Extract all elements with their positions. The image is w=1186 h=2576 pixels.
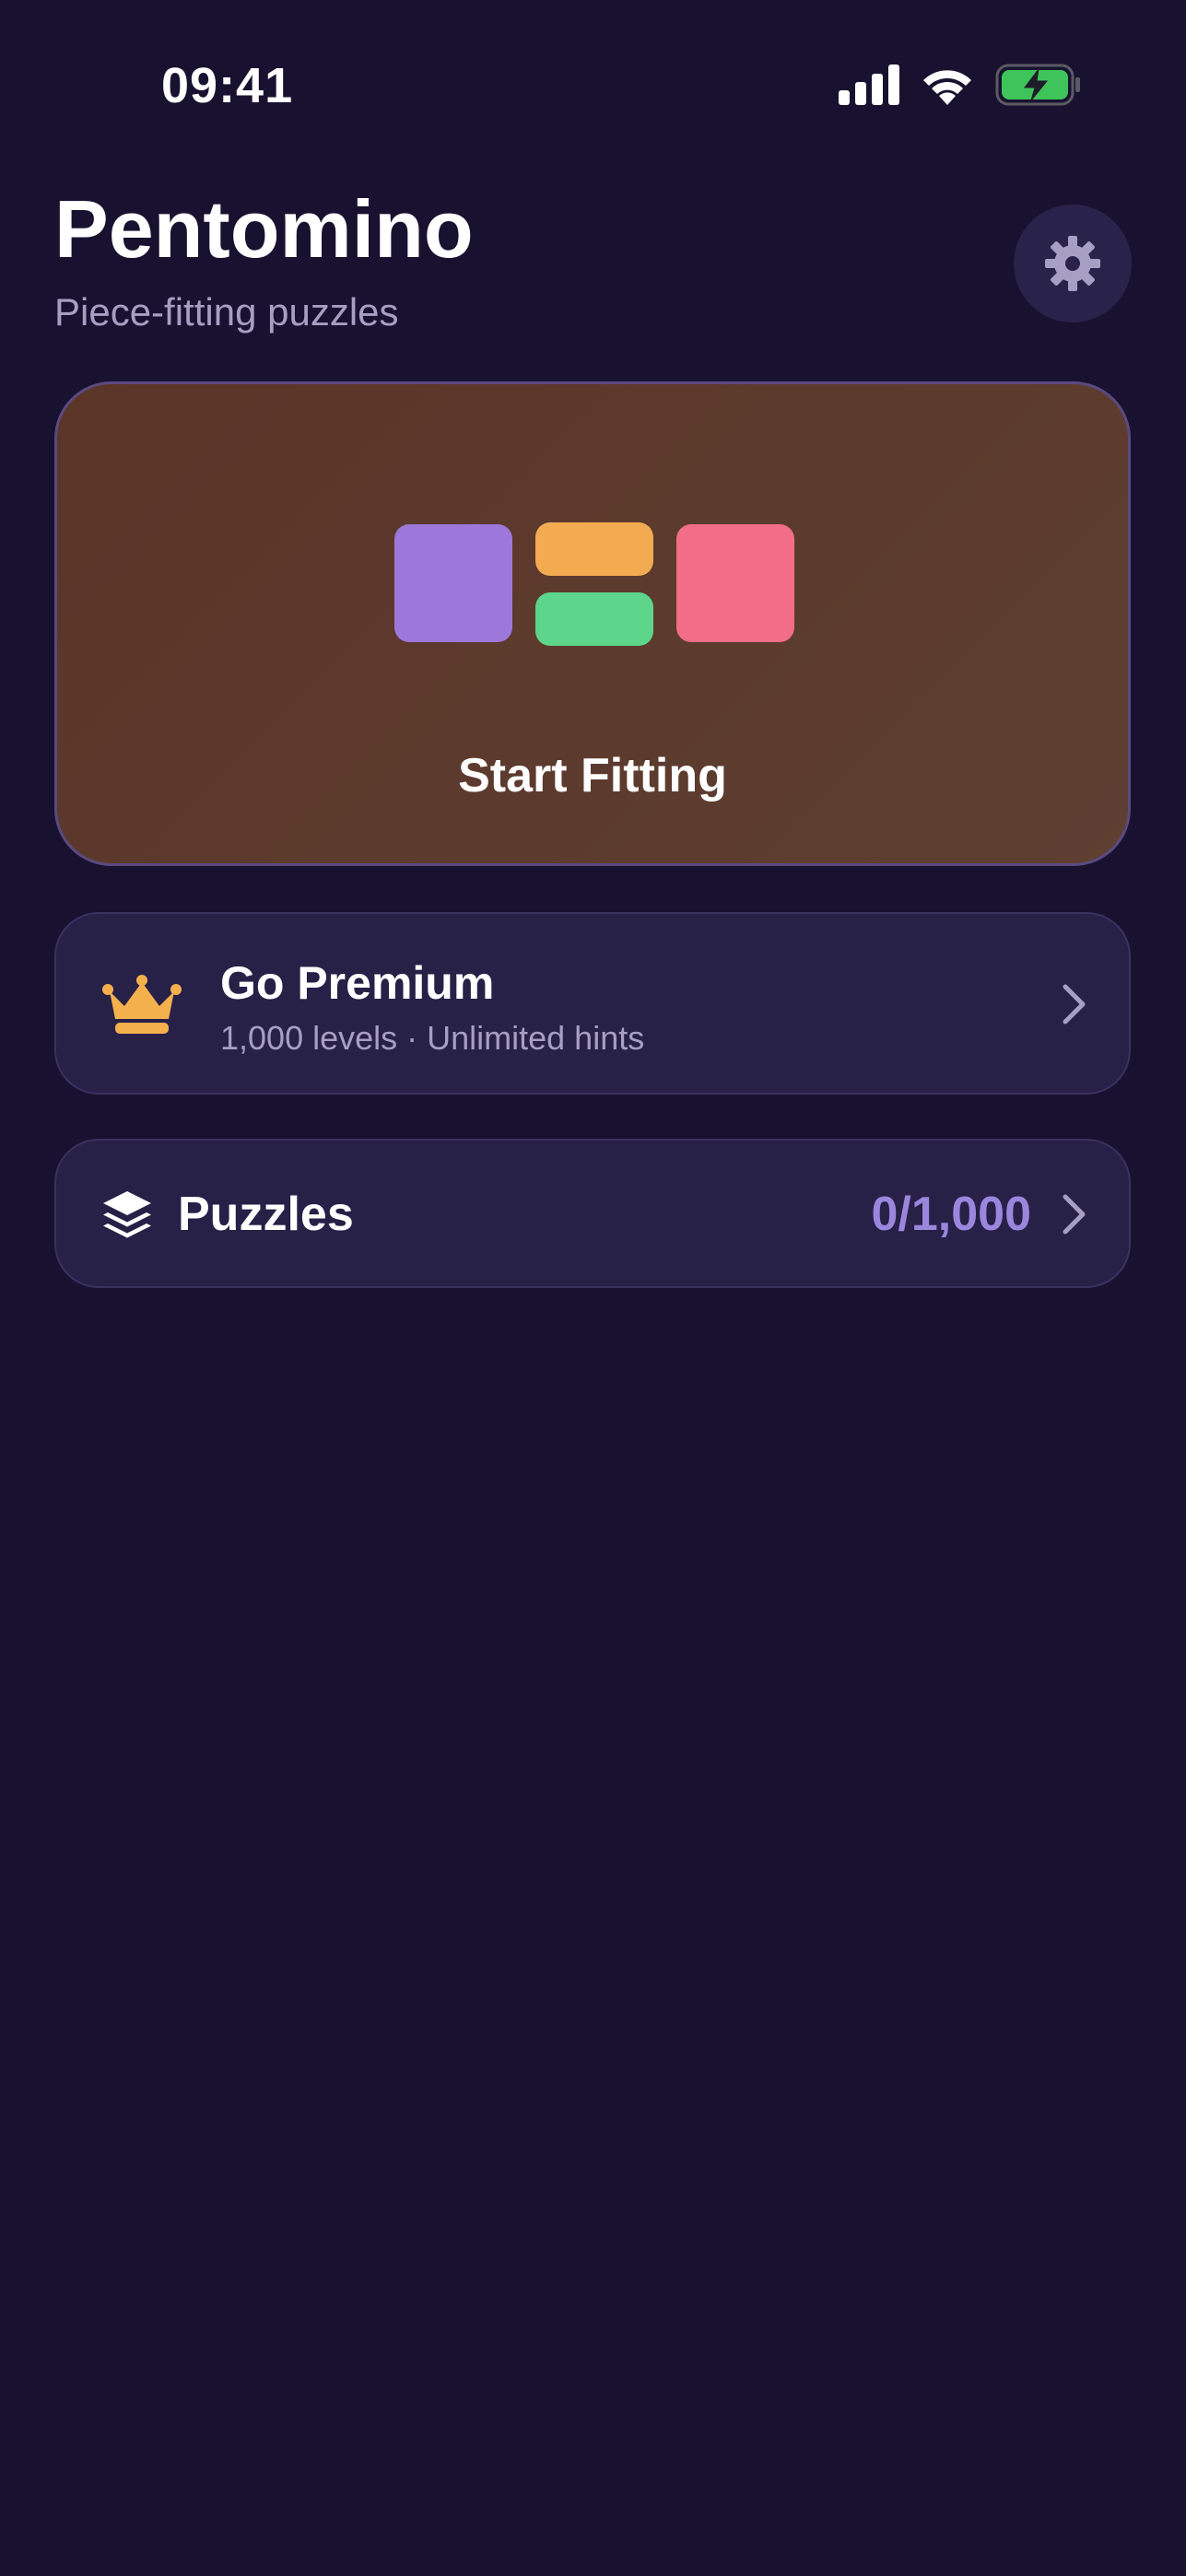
settings-button[interactable]	[1014, 205, 1132, 322]
chevron-right-icon	[1063, 1194, 1086, 1235]
puzzles-button[interactable]: Puzzles 0/1,000	[54, 1139, 1131, 1288]
piece-green	[535, 592, 653, 646]
app-title: Pentomino	[54, 183, 474, 275]
chevron-right-icon	[1063, 984, 1086, 1025]
gear-icon	[1045, 236, 1100, 291]
status-icons	[839, 63, 1082, 107]
layers-icon	[103, 1191, 151, 1238]
go-premium-button[interactable]: Go Premium 1,000 levels · Unlimited hint…	[54, 912, 1131, 1095]
app-subtitle: Piece-fitting puzzles	[54, 290, 399, 334]
wifi-icon	[923, 70, 971, 105]
piece-orange	[535, 522, 653, 576]
start-fitting-card[interactable]: Start Fitting	[54, 381, 1131, 866]
status-bar: 09:41	[0, 0, 1186, 175]
premium-title: Go Premium	[220, 957, 495, 1009]
premium-subtitle: 1,000 levels · Unlimited hints	[220, 1019, 645, 1057]
battery-charging-icon	[995, 64, 1080, 106]
status-time: 09:41	[161, 58, 294, 113]
cellular-signal-icon	[839, 64, 899, 105]
start-fitting-label: Start Fitting	[458, 749, 727, 802]
piece-purple	[394, 524, 512, 642]
piece-pink	[676, 524, 794, 642]
puzzles-progress-count: 0/1,000	[871, 1188, 1032, 1241]
crown-icon	[102, 975, 182, 1034]
puzzles-title: Puzzles	[178, 1188, 354, 1241]
